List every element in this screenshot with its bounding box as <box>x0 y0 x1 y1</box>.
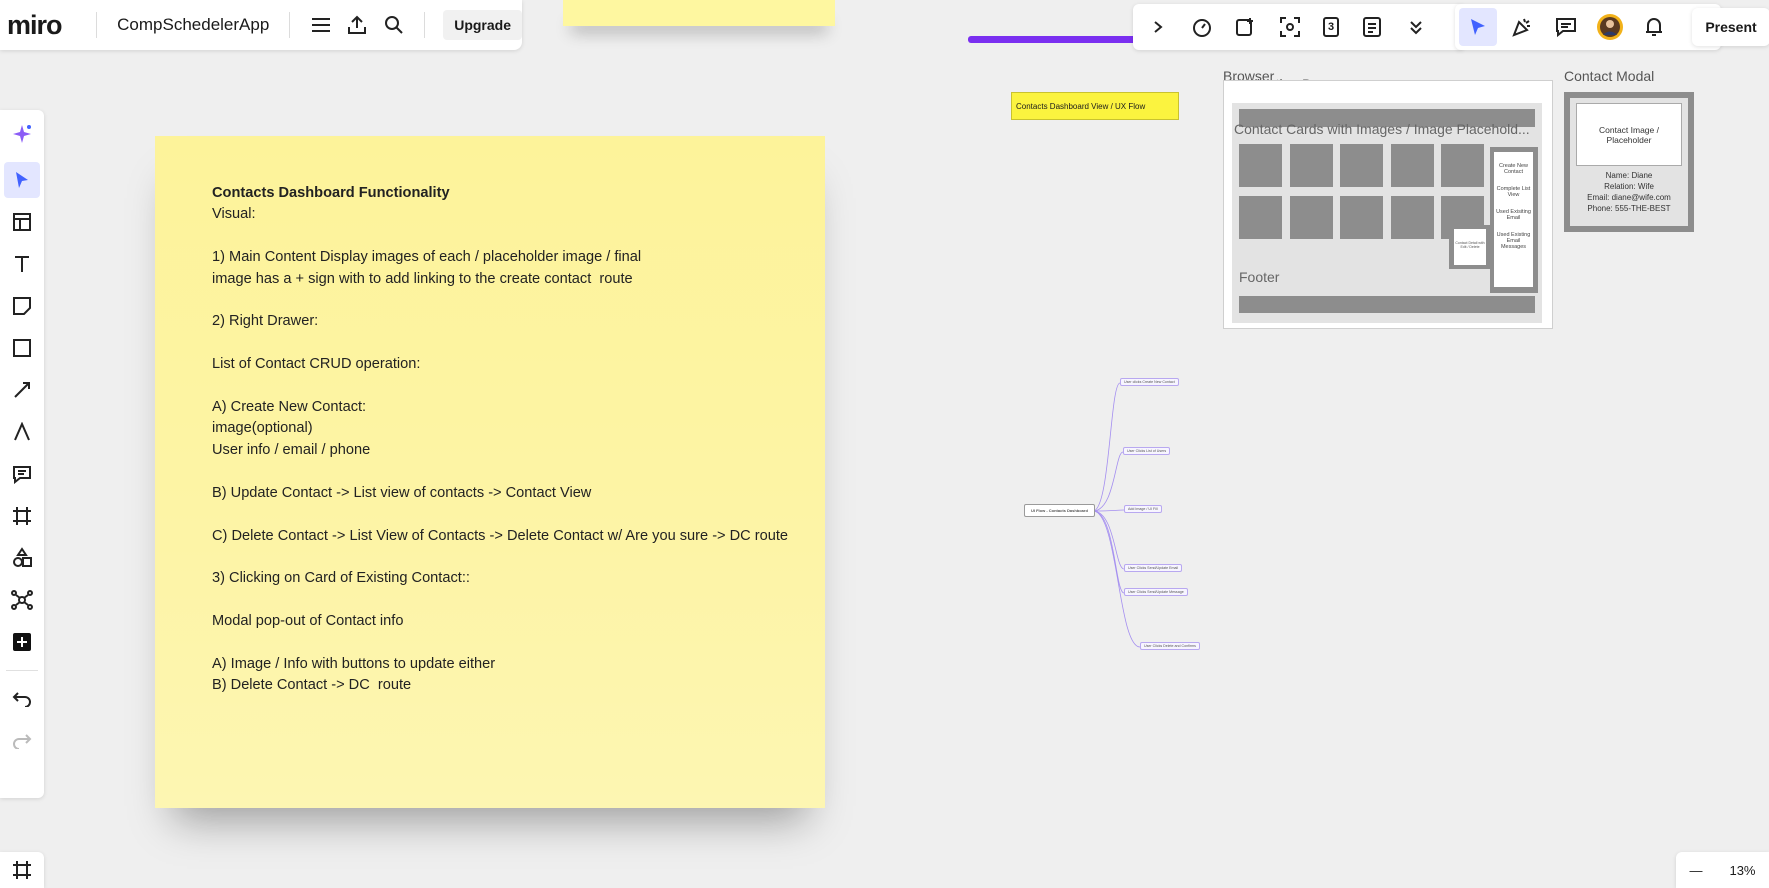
sticky-note-tool-icon[interactable] <box>4 288 40 324</box>
mini-card-placeholder: Contact Detail with Edit / Delete <box>1449 225 1493 269</box>
celebrate-icon[interactable] <box>1503 8 1541 46</box>
frame-tool-icon[interactable] <box>4 498 40 534</box>
mind-map-root[interactable]: UI Flow - Contacts Dashboard <box>1024 504 1095 517</box>
collaboration-toolbar: 3 <box>1133 4 1465 50</box>
divider <box>289 12 291 38</box>
footer-placeholder <box>1239 296 1535 313</box>
contact-info: Name: Diane Relation: Wife Email: diane@… <box>1570 170 1688 214</box>
upload-share-icon[interactable] <box>339 6 376 44</box>
search-icon[interactable] <box>376 6 413 44</box>
contact-card-thumb <box>1340 144 1383 187</box>
ux-flow-label[interactable]: Contacts Dashboard View / UX Flow <box>1011 92 1179 120</box>
cursor-share-icon[interactable] <box>1459 8 1497 46</box>
contact-image-placeholder: Contact Image / Placeholder <box>1576 103 1682 166</box>
undo-icon[interactable] <box>4 681 40 717</box>
contact-card-thumb <box>1290 144 1333 187</box>
templates-icon[interactable] <box>4 204 40 240</box>
mind-map-node[interactable]: User Clicks Delete and Confirms <box>1140 642 1200 650</box>
contact-card-thumb <box>1290 196 1333 239</box>
right-drawer-placeholder: Create New Contact Complete List View Us… <box>1490 147 1538 293</box>
footer-title: Footer <box>1239 269 1280 285</box>
contact-relation: Relation: Wife <box>1604 182 1654 191</box>
chevron-right-icon[interactable] <box>1139 8 1177 46</box>
sticky-note-text: Contacts Dashboard Functionality Visual:… <box>212 183 788 697</box>
mind-map-node[interactable]: Add Image / UI Fill <box>1124 505 1162 513</box>
contact-card-thumb <box>1239 196 1282 239</box>
voting-card-icon[interactable] <box>1227 8 1265 46</box>
user-toolbar <box>1455 4 1721 50</box>
contact-name: Name: Diane <box>1605 171 1653 180</box>
mind-map-ui-flow[interactable]: UI Flow - Contacts Dashboard User clicks… <box>1020 375 1230 655</box>
mini-card-text: Contact Detail with Edit / Delete <box>1454 229 1486 265</box>
notes-icon[interactable] <box>1353 8 1391 46</box>
mind-map-node[interactable]: User Clicks Send/Update Message <box>1124 588 1188 596</box>
text-tool-icon[interactable] <box>4 246 40 282</box>
focus-frame-icon[interactable] <box>1271 8 1309 46</box>
zoom-out-button[interactable]: — <box>1689 863 1702 878</box>
redo-icon[interactable] <box>4 723 40 759</box>
user-avatar[interactable] <box>1591 8 1629 46</box>
divider <box>424 12 426 38</box>
comments-icon[interactable] <box>1547 8 1585 46</box>
timer-icon[interactable] <box>1183 8 1221 46</box>
drawer-item: Complete List View <box>1496 186 1531 198</box>
mind-map-node[interactable]: User Clicks List of Users <box>1123 447 1171 455</box>
drawer-item: Used Exisiting Email <box>1496 209 1531 221</box>
frame-counter-icon[interactable]: 3 <box>1315 8 1353 46</box>
browser-content-area: Contact Cards with Images / Image Placeh… <box>1232 103 1542 323</box>
sticky-note-title: Contacts Dashboard Functionality <box>212 185 450 201</box>
divider <box>96 12 98 38</box>
sticky-note-partial[interactable] <box>563 0 835 26</box>
shapes-library-icon[interactable] <box>4 540 40 576</box>
browser-wireframe[interactable]: Contact Cards with Images / Image Placeh… <box>1223 80 1553 329</box>
creation-toolbar <box>0 110 44 798</box>
present-button[interactable]: Present <box>1692 8 1769 46</box>
frame-counter: 3 <box>1327 21 1335 33</box>
contact-phone: Phone: 555-THE-BEST <box>1587 204 1671 213</box>
more-apps-icon[interactable] <box>4 624 40 660</box>
bell-icon[interactable] <box>1635 8 1673 46</box>
miro-logo[interactable]: miro <box>0 10 84 41</box>
double-chevron-down-icon[interactable] <box>1397 8 1435 46</box>
sticky-note-contacts-dashboard[interactable]: Contacts Dashboard Functionality Visual:… <box>155 136 825 808</box>
ai-assist-icon[interactable] <box>4 116 40 152</box>
comment-tool-icon[interactable] <box>4 456 40 492</box>
sticky-note-body: Visual: 1) Main Content Display images o… <box>212 206 789 694</box>
contact-card-thumb <box>1391 196 1434 239</box>
divider <box>6 670 38 671</box>
connector-line-icon[interactable] <box>4 372 40 408</box>
app-header: miro CompSchedelerApp Upgrade <box>0 0 522 50</box>
contact-email: Email: diane@wife.com <box>1587 193 1671 202</box>
contact-modal-title: Contact Modal <box>1564 68 1655 84</box>
select-tool-icon[interactable] <box>4 162 40 198</box>
contact-cards-title: Contact Cards with Images / Image Placeh… <box>1234 121 1530 137</box>
contact-modal-wireframe[interactable]: Contact Image / Placeholder Name: Diane … <box>1564 92 1694 232</box>
contact-card-thumb <box>1239 144 1282 187</box>
contact-card-thumb <box>1391 144 1434 187</box>
mind-map-node[interactable]: User clicks Create New Contact <box>1120 378 1179 386</box>
zoom-level[interactable]: 13% <box>1729 863 1755 878</box>
frames-panel-icon[interactable] <box>0 852 44 888</box>
board-name[interactable]: CompSchedelerApp <box>109 15 277 35</box>
contact-card-thumb <box>1441 144 1484 187</box>
menu-icon[interactable] <box>302 6 339 44</box>
pen-tool-icon[interactable] <box>4 414 40 450</box>
shape-tool-icon[interactable] <box>4 330 40 366</box>
zoom-control: — 13% <box>1676 852 1769 888</box>
contact-card-thumb <box>1340 196 1383 239</box>
mind-map-node[interactable]: User Clicks Send/Update Email <box>1124 564 1183 572</box>
upgrade-button[interactable]: Upgrade <box>443 10 522 40</box>
mind-map-tool-icon[interactable] <box>4 582 40 618</box>
drawer-item: Create New Contact <box>1498 163 1529 175</box>
drawer-item: Used Existing Email Messages <box>1496 232 1531 250</box>
